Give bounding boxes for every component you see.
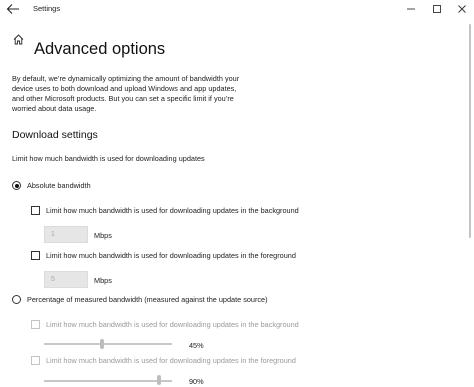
percentage-bandwidth-label[interactable]: Percentage of measured bandwidth (measur… (27, 295, 268, 304)
pct-background-checkbox[interactable] (31, 320, 40, 329)
home-icon[interactable] (13, 34, 24, 45)
absolute-bandwidth-label[interactable]: Absolute bandwidth (27, 181, 91, 190)
percentage-bandwidth-radio[interactable] (12, 295, 21, 304)
abs-background-unit: Mbps (94, 231, 112, 240)
page-title: Advanced options (34, 40, 166, 59)
abs-foreground-mbps-input[interactable]: 5 (44, 271, 88, 288)
section-heading: Download settings (12, 129, 98, 141)
back-arrow-icon[interactable] (6, 3, 20, 15)
page-description: By default, we’re dynamically optimizing… (12, 74, 240, 114)
section-subtitle: Limit how much bandwidth is used for dow… (12, 154, 205, 163)
pct-foreground-slider[interactable] (44, 380, 172, 382)
pct-foreground-slider-thumb[interactable] (157, 375, 162, 385)
close-button[interactable] (452, 2, 472, 16)
pct-foreground-checkbox[interactable] (31, 356, 40, 365)
abs-foreground-label[interactable]: Limit how much bandwidth is used for dow… (46, 251, 296, 260)
abs-background-checkbox[interactable] (31, 206, 40, 215)
abs-background-mbps-input[interactable]: 1 (44, 226, 88, 243)
title-bar: Settings (0, 0, 474, 19)
scrollbar[interactable] (469, 24, 471, 238)
window-title: Settings (33, 4, 61, 13)
pct-foreground-label[interactable]: Limit how much bandwidth is used for dow… (46, 356, 296, 365)
close-icon (458, 5, 466, 13)
abs-background-label[interactable]: Limit how much bandwidth is used for dow… (46, 206, 299, 215)
maximize-icon (433, 5, 441, 13)
absolute-bandwidth-radio[interactable] (12, 181, 21, 190)
pct-background-value: 45% (189, 341, 204, 350)
abs-foreground-unit: Mbps (94, 276, 112, 285)
pct-background-slider-thumb[interactable] (99, 339, 104, 349)
pct-background-slider[interactable] (44, 343, 172, 345)
minimize-button[interactable] (401, 2, 421, 16)
abs-foreground-checkbox[interactable] (31, 251, 40, 260)
maximize-button[interactable] (427, 2, 447, 16)
pct-background-label[interactable]: Limit how much bandwidth is used for dow… (46, 320, 299, 329)
minimize-icon (407, 8, 415, 10)
pct-foreground-value: 90% (189, 377, 204, 386)
